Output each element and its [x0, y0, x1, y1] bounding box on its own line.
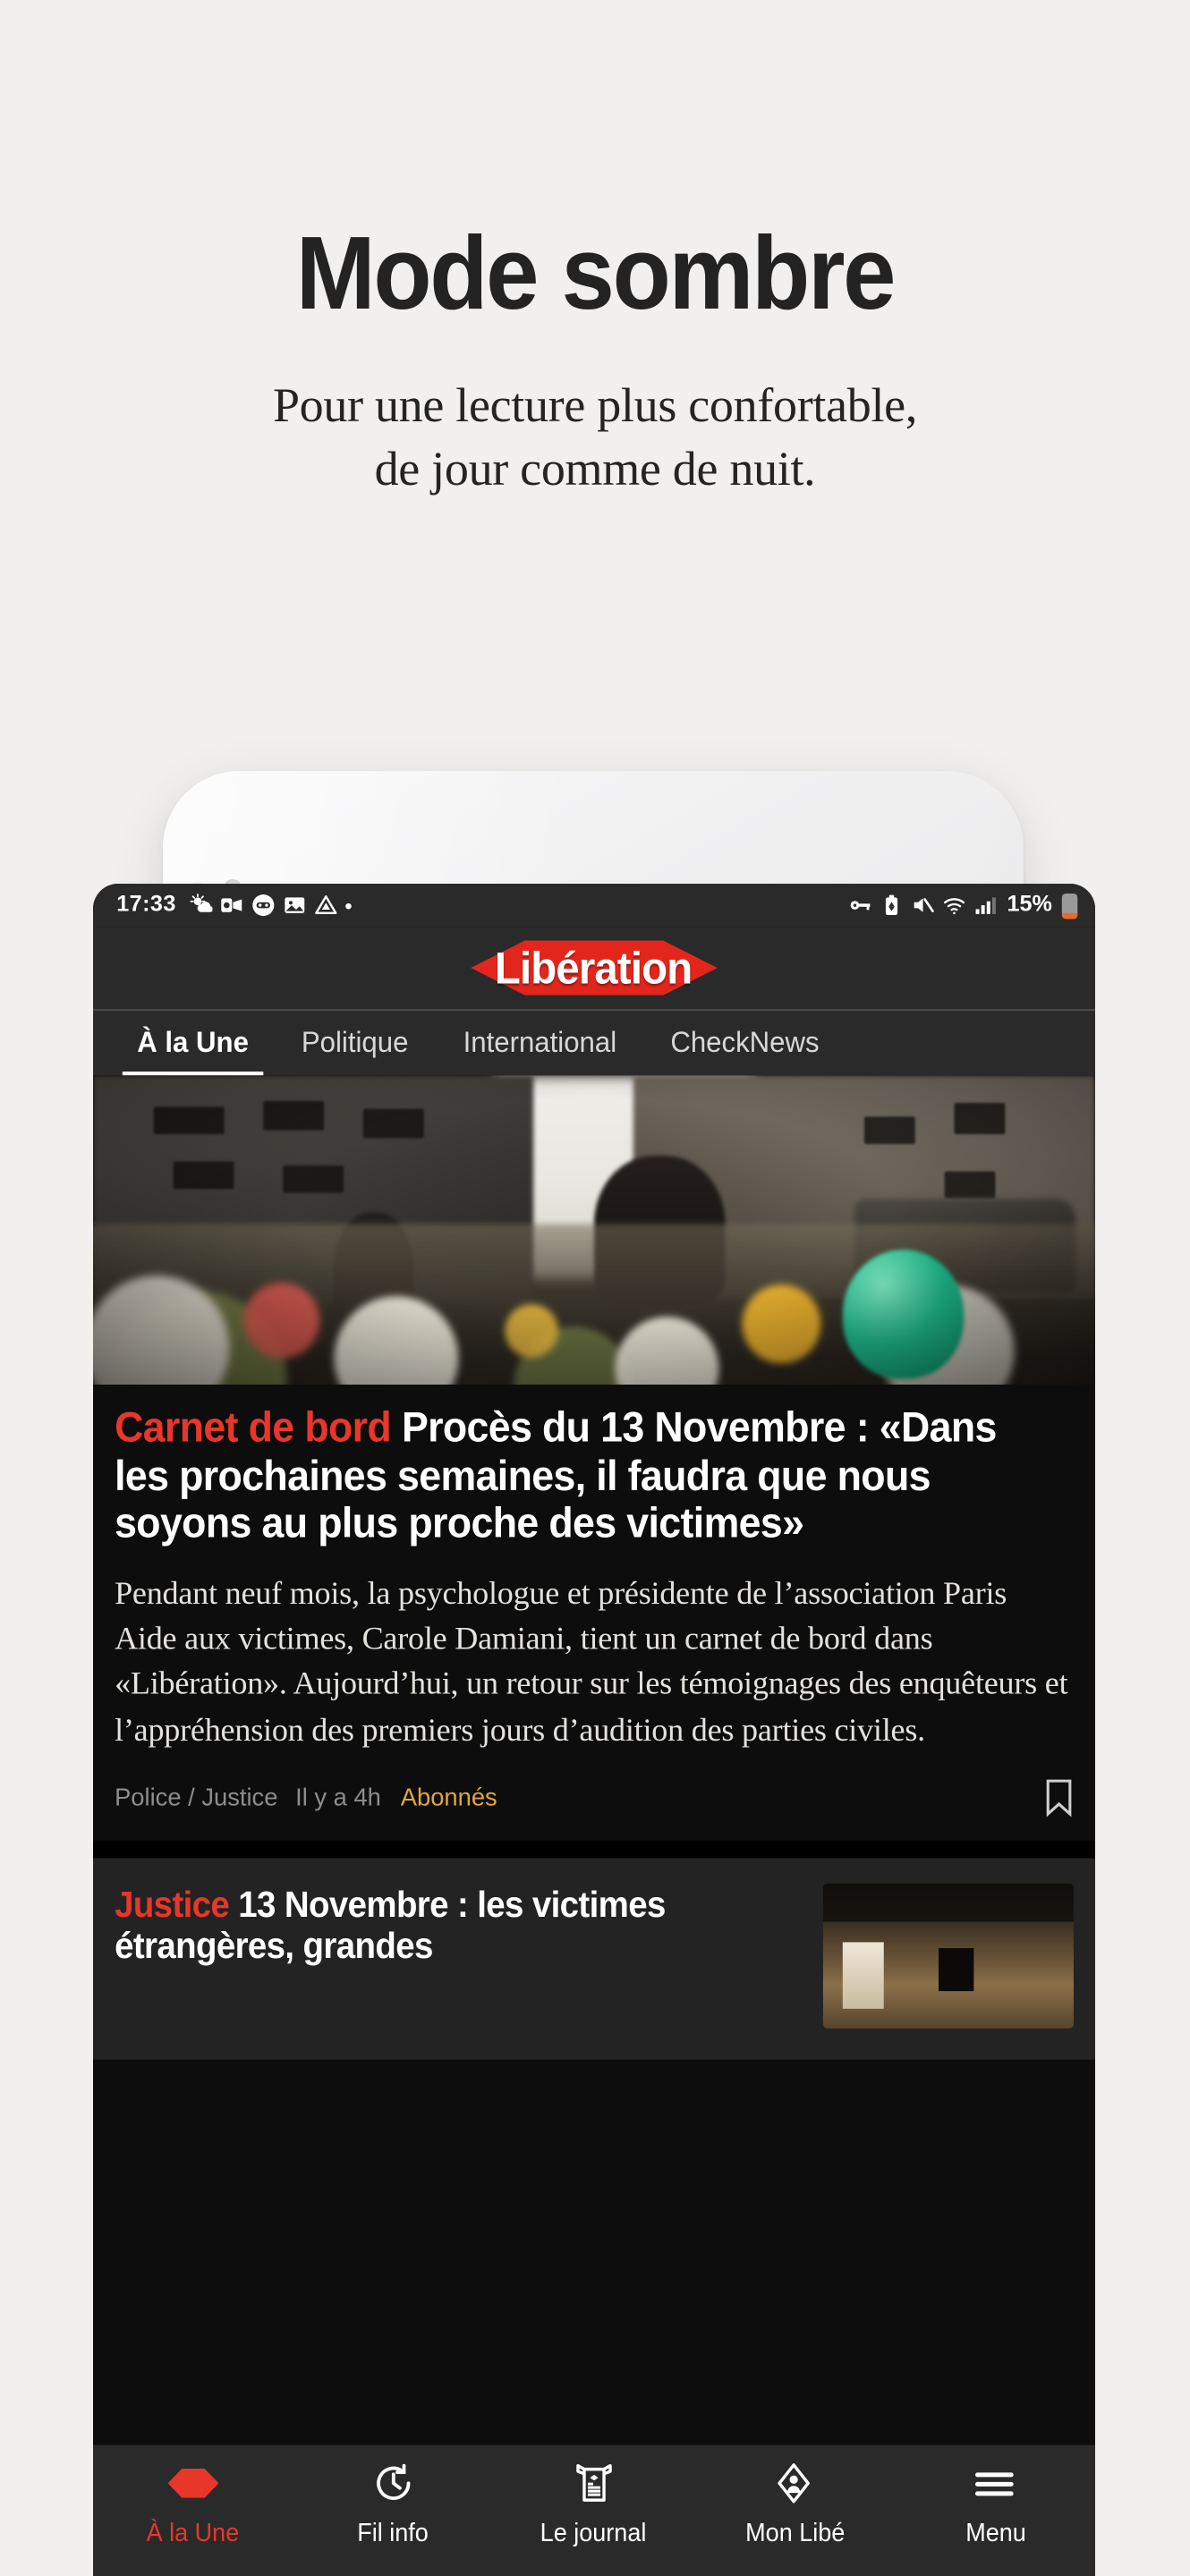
tab-checknews[interactable]: CheckNews — [643, 1011, 847, 1075]
featured-article-image[interactable] — [93, 1075, 1095, 1385]
weather-partly-cloudy-icon — [190, 894, 214, 917]
featured-article-headline: Carnet de bord Procès du 13 Novembre : «… — [115, 1404, 1025, 1548]
outlook-icon — [221, 894, 244, 917]
article-timestamp: Il y a 4h — [295, 1784, 381, 1812]
nav-item-fil-info[interactable]: Fil info — [293, 2459, 494, 2546]
article-kicker: Carnet de bord — [115, 1403, 392, 1452]
nav-item-menu[interactable]: Menu — [895, 2459, 1095, 2546]
liberation-logo[interactable]: Libération — [455, 938, 734, 997]
vpn-key-icon — [848, 894, 871, 917]
tab-label: À la Une — [137, 1026, 249, 1060]
second-article-text: Justice 13 Novembre : les victimes étran… — [115, 1884, 800, 1966]
featured-article-summary: Pendant neuf mois, la psychologue et pré… — [115, 1573, 1068, 1749]
battery-percent: 15% — [1007, 893, 1052, 918]
photos-icon — [284, 894, 307, 917]
cellular-signal-icon — [973, 894, 997, 917]
article-rubric: Police / Justice — [115, 1784, 278, 1812]
promo-page: Mode sombre Pour une lecture plus confor… — [0, 0, 1190, 2576]
tab-label: CheckNews — [670, 1026, 820, 1060]
article-kicker: Justice — [115, 1884, 230, 1926]
second-article-card[interactable]: Justice 13 Novembre : les victimes étran… — [93, 1858, 1095, 2061]
tab-international[interactable]: International — [435, 1011, 643, 1075]
tab-label: Politique — [301, 1026, 409, 1060]
mute-icon — [911, 894, 934, 917]
battery-low-icon — [1061, 892, 1078, 919]
battery-saver-icon — [880, 894, 903, 917]
page-title: Mode sombre — [295, 215, 897, 331]
featured-article-meta: Police / Justice Il y a 4h Abonnés — [115, 1778, 1074, 1841]
logo-text: Libération — [495, 941, 693, 993]
diamond-icon — [167, 2459, 219, 2508]
nav-label: Fil info — [358, 2517, 429, 2547]
tab-a-la-une[interactable]: À la Une — [111, 1011, 276, 1076]
featured-article-card[interactable]: Carnet de bord Procès du 13 Novembre : «… — [93, 1385, 1095, 1842]
chat-bot-icon — [252, 894, 276, 917]
section-tabs[interactable]: À la Une Politique International CheckNe… — [93, 1009, 1095, 1076]
wifi-icon — [942, 894, 965, 917]
newspaper-icon — [573, 2459, 616, 2508]
bookmark-icon[interactable] — [1044, 1778, 1074, 1818]
page-subtitle: Pour une lecture plus confortable, de jo… — [272, 378, 918, 496]
article-feed: Carnet de bord Procès du 13 Novembre : «… — [93, 1075, 1095, 2061]
tab-politique[interactable]: Politique — [275, 1011, 434, 1075]
nav-label: Le journal — [540, 2517, 648, 2547]
promo-header: Mode sombre Pour une lecture plus confor… — [0, 0, 1190, 502]
nav-label: À la Une — [147, 2517, 240, 2547]
status-bar-right: 15% — [848, 892, 1078, 919]
clock-refresh-icon — [371, 2459, 416, 2508]
nav-item-le-journal[interactable]: Le journal — [494, 2459, 694, 2546]
hamburger-menu-icon — [973, 2459, 1017, 2508]
feed-divider — [93, 1841, 1095, 1859]
tab-label: International — [462, 1026, 616, 1060]
nav-item-a-la-une[interactable]: À la Une — [93, 2459, 293, 2546]
more-dot-icon — [346, 902, 353, 909]
phone-screen: 17:33 15% Libération À la Une Politique … — [93, 884, 1095, 2576]
account-diamond-icon — [773, 2459, 816, 2508]
status-bar-left: 17:33 — [116, 893, 353, 918]
second-article-headline: Justice 13 Novembre : les victimes étran… — [115, 1884, 765, 1966]
status-bar: 17:33 15% — [93, 884, 1095, 928]
nav-label: Menu — [965, 2517, 1025, 2547]
nav-item-mon-libe[interactable]: Mon Libé — [694, 2459, 895, 2546]
hero-vignette — [93, 1075, 1095, 1385]
nav-label: Mon Libé — [744, 2517, 845, 2547]
google-drive-icon — [315, 894, 338, 917]
status-badge: Abonnés — [400, 1784, 497, 1812]
bottom-navigation[interactable]: À la Une Fil info Le journal Mon Libé Me… — [93, 2445, 1095, 2576]
status-clock: 17:33 — [116, 893, 176, 918]
second-article-thumbnail[interactable] — [822, 1884, 1074, 2029]
app-header: Libération — [93, 927, 1095, 1009]
